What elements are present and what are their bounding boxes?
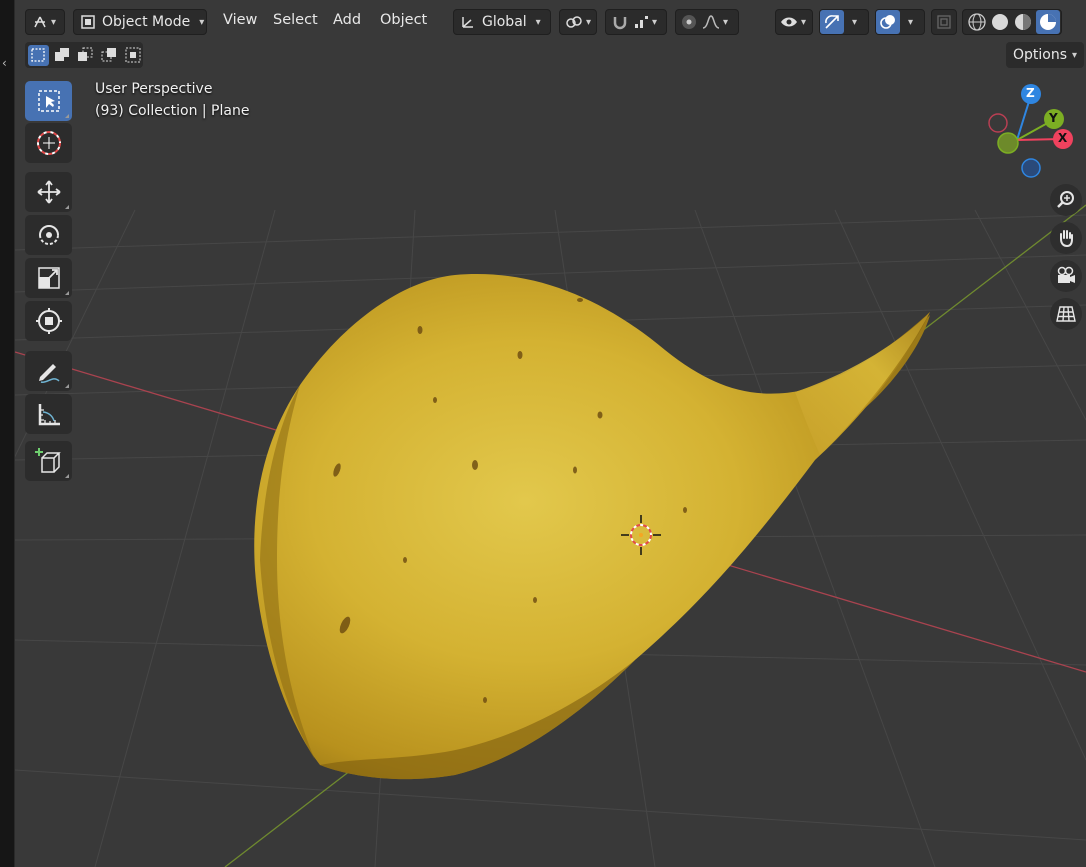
menu-add[interactable]: Add [333, 12, 361, 28]
orientation-icon [460, 14, 476, 30]
select-subtract-icon[interactable] [75, 45, 96, 66]
chevron-down-icon: ▾ [652, 16, 658, 28]
select-box-icon [37, 90, 60, 112]
xray-toggle[interactable] [931, 9, 957, 35]
proportional-editing-group[interactable]: ▾ [675, 9, 739, 35]
mode-selector[interactable]: Object Mode ▾ [73, 9, 207, 35]
shading-group[interactable] [962, 9, 1062, 35]
left-editor-strip: ‹ [0, 0, 15, 867]
pivot-point-button[interactable]: ▾ [559, 9, 597, 35]
editor-type-icon [32, 14, 48, 30]
solid-shading-icon[interactable] [990, 12, 1010, 32]
transform-icon [35, 308, 62, 334]
potato-chip-mesh[interactable] [254, 274, 931, 780]
rendered-shading-icon[interactable] [1036, 10, 1060, 34]
scale-tool[interactable] [25, 258, 72, 298]
chevron-down-icon: ▾ [51, 16, 57, 28]
cursor-icon [36, 131, 61, 155]
ruler-icon [38, 404, 60, 426]
overlays-icon[interactable] [876, 10, 900, 34]
material-preview-icon[interactable] [1013, 12, 1033, 32]
gizmo-z-label: Z [1026, 86, 1035, 100]
chevron-down-icon: ▾ [199, 16, 205, 28]
zoom-button[interactable] [1050, 184, 1082, 216]
move-icon [36, 180, 61, 204]
mode-label: Object Mode [102, 14, 191, 30]
move-tool[interactable] [25, 172, 72, 212]
menu-view[interactable]: View [223, 12, 257, 28]
pan-button[interactable] [1050, 222, 1082, 254]
chevron-down-icon: ▾ [723, 16, 729, 28]
chevron-down-icon: ▾ [535, 16, 541, 28]
rotate-icon [38, 225, 59, 245]
gizmo-icon[interactable] [820, 10, 844, 34]
cursor-tool[interactable] [25, 123, 72, 163]
select-box-tool[interactable] [25, 81, 72, 121]
chevron-down-icon: ▾ [1072, 49, 1078, 61]
menu-select[interactable]: Select [273, 12, 318, 28]
camera-view-button[interactable] [1050, 260, 1082, 292]
options-label: Options [1012, 47, 1067, 63]
viewport-grid [15, 84, 1086, 867]
select-invert-icon[interactable] [99, 45, 120, 66]
gizmo-toggle[interactable]: ▾ [819, 9, 869, 35]
chevron-down-icon: ▾ [801, 16, 807, 28]
chevron-down-icon: ▾ [852, 16, 858, 28]
hand-icon [1060, 230, 1073, 248]
select-new-icon[interactable] [28, 44, 49, 66]
select-extend-icon[interactable] [52, 45, 73, 66]
grid-icon [1056, 306, 1076, 322]
object-mode-icon [80, 14, 96, 30]
3d-viewport[interactable]: Z Y X ▾ Object Mode ▾ View Select Add Ob… [15, 0, 1086, 867]
ortho-toggle-button[interactable] [1050, 298, 1082, 330]
scale-icon [37, 267, 60, 289]
overlays-toggle[interactable]: ▾ [875, 9, 925, 35]
magnet-icon[interactable] [611, 14, 629, 30]
measure-tool[interactable] [25, 394, 72, 434]
proportional-edit-icon[interactable] [680, 13, 698, 31]
collapse-chevron-icon[interactable]: ‹ [2, 56, 7, 70]
snapping-group[interactable]: ▾ [605, 9, 667, 35]
add-cube-icon [34, 448, 61, 473]
editor-type-button[interactable]: ▾ [25, 9, 65, 35]
xray-icon [936, 14, 952, 30]
viewport-header: ▾ Object Mode ▾ View Select Add Object G… [15, 0, 1086, 40]
annotate-tool[interactable] [25, 351, 72, 391]
gizmo-y-label: Y [1049, 111, 1058, 125]
selection-mode-row [25, 42, 143, 68]
rotate-tool[interactable] [25, 215, 72, 255]
orientation-label: Global [482, 14, 527, 30]
zoom-icon [1057, 191, 1074, 208]
gizmo-x-label: X [1058, 131, 1068, 145]
add-cube-tool[interactable] [25, 441, 72, 481]
eye-icon [780, 14, 798, 30]
falloff-curve-icon[interactable] [702, 14, 720, 30]
chevron-down-icon: ▾ [586, 16, 592, 28]
view-name-label: User Perspective [95, 81, 213, 97]
wireframe-shading-icon[interactable] [967, 12, 987, 32]
snap-increment-icon[interactable] [633, 14, 649, 30]
menu-object[interactable]: Object [380, 12, 427, 28]
pencil-icon [38, 364, 60, 384]
orientation-selector[interactable]: Global ▾ [453, 9, 551, 35]
pivot-icon [565, 14, 583, 30]
chevron-down-icon: ▾ [908, 16, 914, 28]
options-dropdown[interactable]: Options ▾ [1006, 42, 1084, 68]
visibility-button[interactable]: ▾ [775, 9, 813, 35]
collection-info-label: (93) Collection | Plane [95, 103, 250, 119]
select-intersect-icon[interactable] [122, 45, 143, 66]
camera-icon [1057, 266, 1075, 283]
transform-tool[interactable] [25, 301, 72, 341]
